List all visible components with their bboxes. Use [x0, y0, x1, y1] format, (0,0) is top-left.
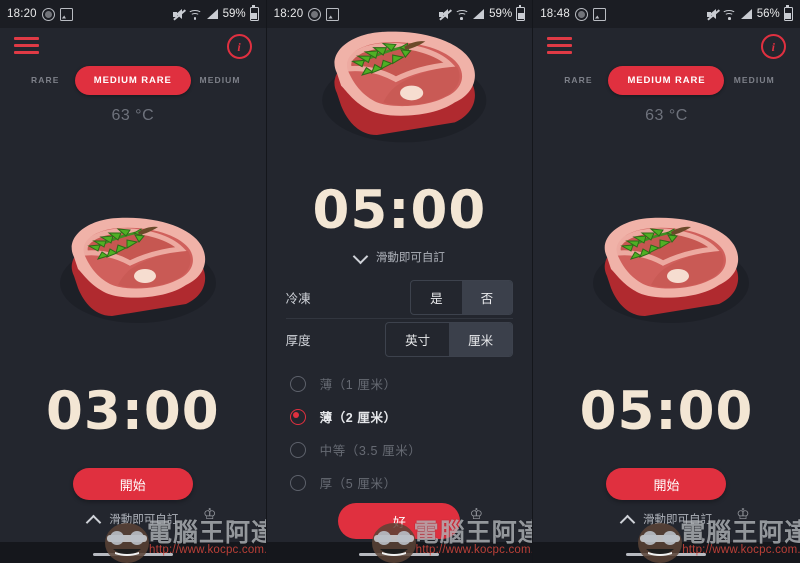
slide-to-customize-hint[interactable]: 滑動即可自訂 — [0, 511, 266, 527]
chevron-down-icon — [354, 251, 367, 264]
battery-percent: 56% — [756, 8, 780, 20]
steak-illustration — [533, 205, 800, 330]
photo-icon — [592, 7, 606, 21]
radio-label: 厚（5 厘米） — [319, 477, 397, 491]
setting-row-frozen: 冷凍 是 否 — [267, 277, 533, 318]
phone-screen-right: 18:48 56% i RARE MEDIUM RARE MEDIUM 63 °… — [533, 0, 800, 563]
status-time: 18:20 — [7, 8, 37, 20]
slide-hint-label: 滑動即可自訂 — [375, 252, 445, 264]
android-nav-bar — [266, 542, 533, 563]
start-button[interactable]: 開始 — [606, 468, 727, 500]
radio-label: 薄（1 厘米） — [319, 378, 397, 392]
photo-icon — [59, 7, 73, 21]
target-temperature: 63 °C — [645, 107, 688, 124]
info-icon[interactable]: i — [760, 34, 786, 59]
record-icon — [574, 7, 588, 21]
battery-percent: 59% — [222, 8, 246, 20]
radio-label: 薄（2 厘米） — [319, 411, 397, 425]
radio-icon-selected — [289, 408, 306, 425]
chevron-up-icon — [621, 513, 634, 526]
radio-icon — [289, 474, 306, 491]
status-bar-left: 18:20 — [7, 7, 73, 21]
doneness-selector[interactable]: RARE MEDIUM RARE MEDIUM — [0, 62, 266, 98]
unit-segmented-control[interactable]: 英寸 厘米 — [385, 322, 514, 357]
frozen-option-no[interactable]: 否 — [461, 281, 513, 314]
cook-timer: 05:00 — [312, 180, 487, 241]
mute-icon — [706, 8, 720, 20]
status-bar-left: 18:48 — [540, 7, 606, 21]
steak-illustration — [267, 18, 533, 150]
settings-panel: 冷凍 是 否 厚度 英寸 厘米 — [267, 277, 533, 360]
doneness-selector[interactable]: RARE MEDIUM RARE MEDIUM — [533, 62, 800, 98]
hamburger-icon[interactable] — [547, 37, 573, 54]
app-header: i — [533, 28, 800, 62]
radio-option-thick-5cm[interactable]: 厚（5 厘米） — [267, 466, 533, 499]
unit-option-inch[interactable]: 英寸 — [386, 323, 449, 356]
status-bar-right: 59% — [172, 5, 259, 21]
record-icon — [41, 7, 55, 21]
target-temperature: 63 °C — [111, 107, 155, 124]
watermark-crown: ♔ — [469, 506, 484, 523]
doneness-rare[interactable]: RARE — [31, 75, 60, 85]
wifi-icon — [722, 9, 737, 20]
android-nav-bar — [0, 542, 266, 563]
doneness-medium-rare-selected[interactable]: MEDIUM RARE — [608, 65, 725, 95]
signal-icon — [206, 9, 218, 19]
info-icon-glyph: i — [771, 39, 775, 54]
radio-label: 中等（3.5 厘米） — [319, 444, 422, 458]
slide-to-customize-hint[interactable]: 滑動即可自訂 — [267, 249, 533, 265]
info-icon[interactable]: i — [226, 34, 252, 59]
setting-row-thickness: 厚度 英寸 厘米 — [267, 319, 533, 360]
doneness-rare[interactable]: RARE — [564, 75, 593, 85]
status-bar: 18:48 56% — [533, 0, 800, 28]
frozen-label: 冷凍 — [285, 292, 311, 306]
hamburger-icon[interactable] — [14, 37, 39, 54]
status-time: 18:48 — [540, 8, 570, 20]
radio-icon — [289, 441, 306, 458]
battery-icon — [783, 5, 793, 21]
nav-pill[interactable] — [626, 552, 707, 556]
start-button[interactable]: 開始 — [72, 468, 193, 500]
doneness-medium[interactable]: MEDIUM — [200, 75, 241, 85]
ok-button[interactable]: 好 — [338, 503, 461, 539]
radio-option-thin-2cm[interactable]: 薄（2 厘米） — [267, 400, 533, 433]
steak-illustration — [0, 205, 266, 330]
thickness-radio-group[interactable]: 薄（1 厘米） 薄（2 厘米） 中等（3.5 厘米） 厚（5 厘米） — [267, 367, 533, 499]
status-bar: 18:20 59% — [0, 0, 266, 28]
signal-icon — [740, 9, 752, 19]
doneness-medium[interactable]: MEDIUM — [734, 75, 775, 85]
screenshot-root: 18:20 59% i RARE MEDIUM RARE MEDIUM 63 °… — [0, 0, 800, 563]
slide-hint-label: 滑動即可自訂 — [109, 514, 179, 526]
radio-option-thin-1cm[interactable]: 薄（1 厘米） — [267, 367, 533, 400]
app-header: i — [0, 28, 266, 62]
phone-screen-middle: 18:20 59% 05:00 滑動即可自訂 冷凍 是 否 厚度 英寸 厘米 薄… — [266, 0, 534, 563]
nav-pill[interactable] — [359, 552, 440, 556]
frozen-option-yes[interactable]: 是 — [411, 281, 462, 314]
wifi-icon — [188, 9, 203, 20]
cook-timer: 05:00 — [579, 381, 754, 442]
android-nav-bar — [533, 542, 800, 563]
unit-option-cm[interactable]: 厘米 — [449, 323, 513, 356]
phone-screen-left: 18:20 59% i RARE MEDIUM RARE MEDIUM 63 °… — [0, 0, 267, 563]
chevron-up-icon — [87, 513, 100, 526]
slide-to-customize-hint[interactable]: 滑動即可自訂 — [533, 511, 800, 527]
radio-option-medium-3_5cm[interactable]: 中等（3.5 厘米） — [267, 433, 533, 466]
battery-icon — [249, 5, 259, 21]
radio-icon — [289, 375, 306, 392]
thickness-label: 厚度 — [285, 334, 311, 348]
slide-hint-label: 滑動即可自訂 — [642, 514, 712, 526]
frozen-segmented-control[interactable]: 是 否 — [410, 280, 514, 315]
nav-pill[interactable] — [92, 552, 173, 556]
mute-icon — [172, 8, 186, 20]
doneness-medium-rare-selected[interactable]: MEDIUM RARE — [74, 65, 191, 95]
cook-timer: 03:00 — [45, 381, 220, 442]
status-bar-right: 56% — [706, 5, 793, 21]
info-icon-glyph: i — [237, 39, 241, 54]
